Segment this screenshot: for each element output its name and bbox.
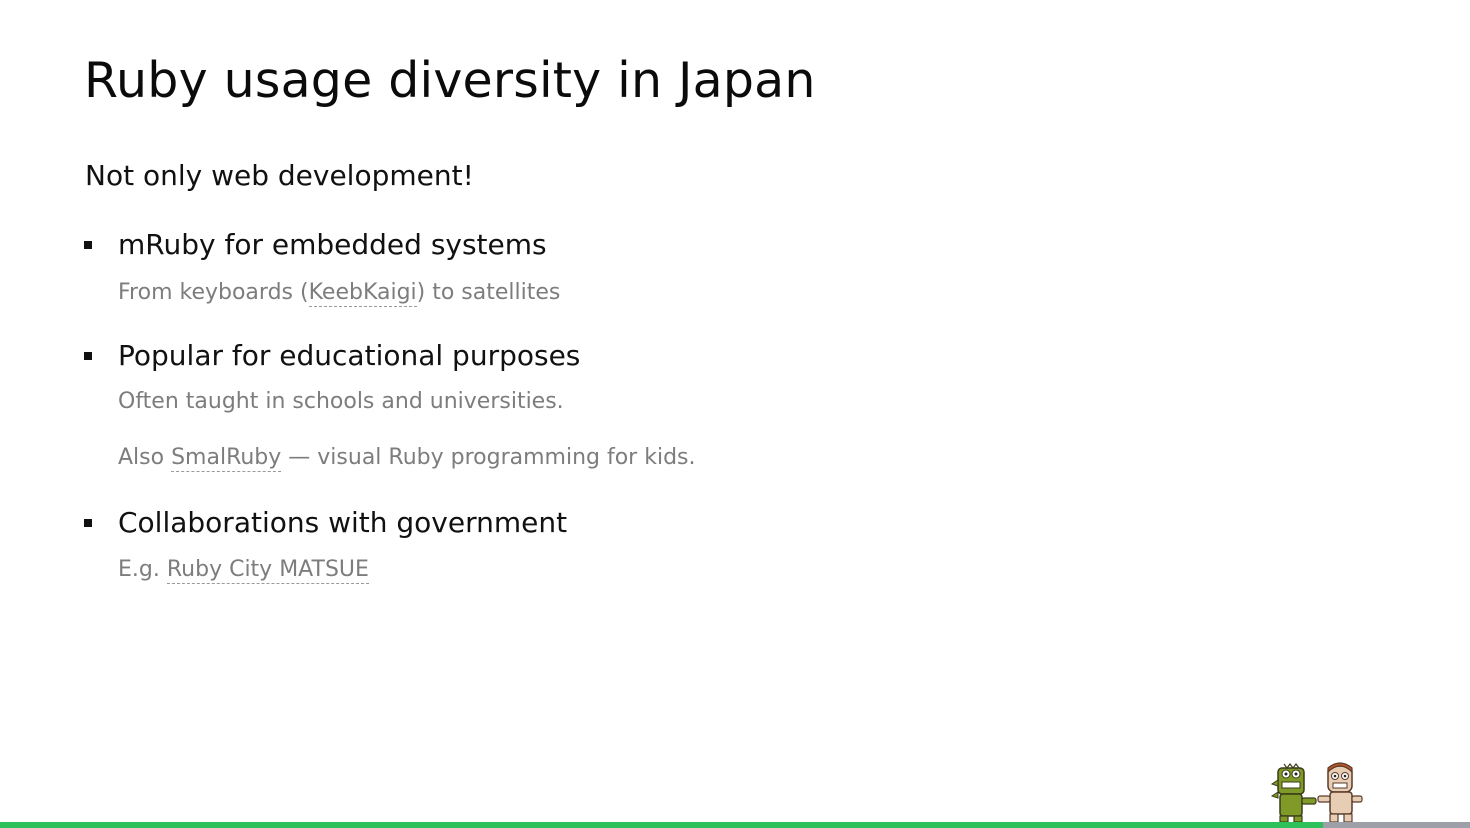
bullet-square-icon [84,352,92,360]
list-item-note: From keyboards (KeebKaigi) to satellites [118,280,561,307]
green-monster-icon [1270,763,1317,823]
ruby-city-matsue-link[interactable]: Ruby City MATSUE [166,557,369,584]
beige-figure-icon [1317,762,1363,823]
note-text: Also [118,445,172,470]
slide-progress-bar [1323,822,1470,828]
list-item-title: Collaborations with government [118,506,568,539]
slide-subtitle: Not only web development! [85,159,474,192]
slide-title: Ruby usage diversity in Japan [84,52,816,109]
note-text: ) to satellites [416,280,561,305]
list-item-note: Often taught in schools and universities… [118,389,564,414]
bullet-square-icon [84,241,92,249]
mascots-icon [1270,762,1363,823]
list-item-note: Also SmalRuby — visual Ruby programming … [118,445,696,472]
smalruby-link[interactable]: SmalRuby [171,445,282,472]
note-text: From keyboards ( [118,280,309,305]
bullet-square-icon [84,519,92,527]
slide: Ruby usage diversity in Japan Not only w… [0,0,1470,828]
list-item-title: mRuby for embedded systems [118,228,547,261]
keebkaigi-link[interactable]: KeebKaigi [308,280,417,307]
list-item-title: Popular for educational purposes [118,339,581,372]
slide-progress-track [0,822,1470,828]
note-text: E.g. [118,557,167,582]
note-text: — visual Ruby programming for kids. [281,445,696,470]
list-item-note: E.g. Ruby City MATSUE [118,557,369,584]
